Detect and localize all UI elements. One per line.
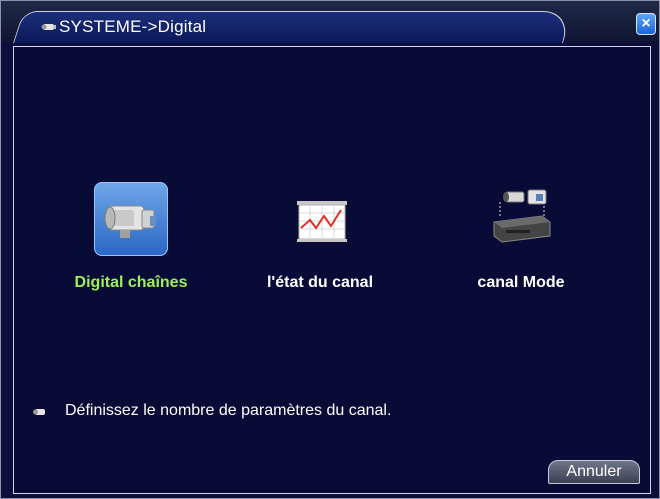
window-title: SYSTEME->Digital [59, 17, 207, 36]
menu-item-digital-channels[interactable]: Digital chaînes [56, 182, 206, 302]
cancel-button[interactable]: Annuler [548, 460, 640, 484]
camera-small-icon [41, 24, 56, 30]
menu-item-channel-mode[interactable]: canal Mode [446, 182, 596, 302]
camera-icon [94, 182, 168, 256]
menu-item-channel-status[interactable]: l'état du canal [245, 182, 395, 302]
menu-item-label: canal Mode [477, 274, 565, 291]
menu-item-label: Digital chaînes [74, 274, 188, 291]
content-panel: Digital chaînes l'état du canal canal Mo… [13, 46, 651, 494]
close-button[interactable]: × [636, 13, 656, 35]
menu-item-label: l'état du canal [266, 274, 374, 291]
dvr-cameras-icon [484, 182, 558, 256]
chart-icon [283, 182, 357, 256]
camera-small-icon [33, 409, 45, 415]
dialog-window: SYSTEME->Digital × Digital chaînes l'éta… [0, 0, 660, 499]
title-bar: SYSTEME->Digital × [1, 1, 659, 43]
hint-text: Définissez le nombre de paramètres du ca… [65, 402, 392, 419]
